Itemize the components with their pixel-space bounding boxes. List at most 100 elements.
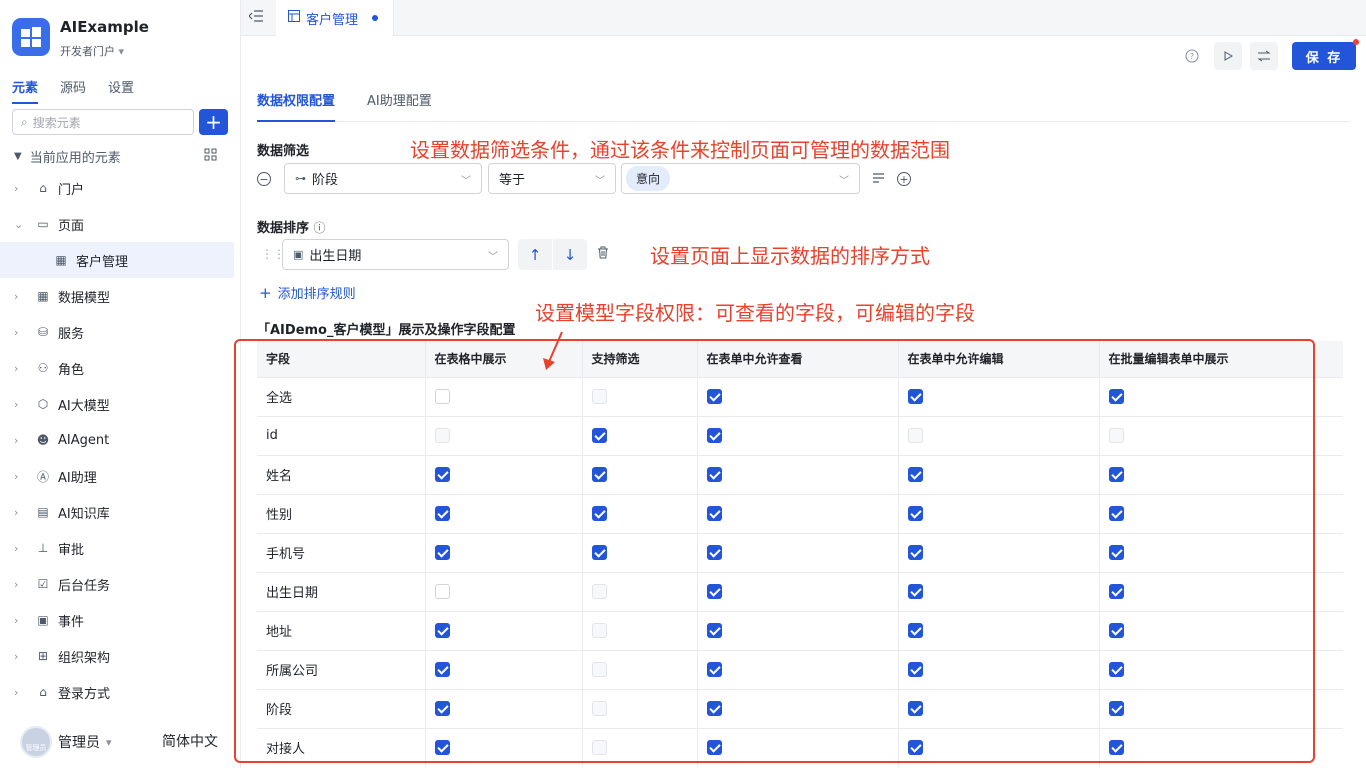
- chevron-right-icon[interactable]: ›: [14, 578, 26, 591]
- permission-checkbox[interactable]: [907, 389, 923, 404]
- swap-icon[interactable]: [1250, 42, 1278, 70]
- permission-checkbox[interactable]: [434, 623, 450, 638]
- info-icon[interactable]: ⓘ: [314, 221, 326, 235]
- sidebar-item[interactable]: › ⊥ 审批: [0, 530, 234, 566]
- add-sort-rule-button[interactable]: + 添加排序规则: [259, 283, 356, 302]
- permission-checkbox[interactable]: [706, 701, 722, 716]
- permission-checkbox[interactable]: [434, 545, 450, 560]
- sidebar-item[interactable]: › ⬡ AI大模型: [0, 386, 234, 422]
- help-icon[interactable]: ?: [1178, 42, 1206, 70]
- permission-checkbox[interactable]: [706, 545, 722, 560]
- sidebar-item[interactable]: ⌄ ▭ 页面: [0, 206, 234, 242]
- chevron-right-icon[interactable]: ›: [14, 434, 26, 447]
- add-element-button[interactable]: +: [199, 109, 228, 135]
- sidebar-item[interactable]: › ⚇ 角色: [0, 350, 234, 386]
- remove-condition-icon[interactable]: −: [257, 172, 271, 186]
- filter-operator-select[interactable]: 等于 ﹀: [488, 163, 616, 194]
- chevron-right-icon[interactable]: ›: [14, 614, 26, 627]
- permission-checkbox[interactable]: [434, 584, 450, 599]
- permission-checkbox[interactable]: [907, 701, 923, 716]
- chevron-right-icon[interactable]: ›: [14, 506, 26, 519]
- sidebar-item[interactable]: › ⛁ 服务: [0, 314, 234, 350]
- permission-checkbox[interactable]: [706, 662, 722, 677]
- permission-checkbox[interactable]: [907, 467, 923, 482]
- permission-checkbox[interactable]: [706, 428, 722, 443]
- filter-value-select[interactable]: 意向 ﹀: [621, 163, 860, 194]
- tab-data-permission[interactable]: 数据权限配置: [257, 90, 336, 122]
- permission-checkbox[interactable]: [706, 740, 722, 756]
- permission-checkbox[interactable]: [706, 584, 722, 599]
- add-condition-icon[interactable]: +: [897, 172, 911, 186]
- chevron-down-icon[interactable]: ⌄: [14, 218, 26, 231]
- chevron-right-icon[interactable]: ›: [14, 470, 26, 483]
- permission-checkbox[interactable]: [434, 701, 450, 716]
- chevron-right-icon[interactable]: ›: [14, 398, 26, 411]
- permission-checkbox[interactable]: [1108, 623, 1124, 638]
- permission-checkbox[interactable]: [434, 506, 450, 521]
- preview-play-icon[interactable]: [1214, 42, 1242, 70]
- chevron-right-icon[interactable]: ›: [14, 290, 26, 303]
- permission-checkbox[interactable]: [1108, 584, 1124, 599]
- permission-checkbox[interactable]: [1108, 740, 1124, 756]
- permission-checkbox[interactable]: [907, 506, 923, 521]
- tab-ai-assistant[interactable]: AI助理配置: [367, 90, 432, 122]
- permission-checkbox[interactable]: [907, 545, 923, 560]
- portal-switcher[interactable]: 开发者门户 ▾: [60, 43, 124, 59]
- sidebar-item[interactable]: › ▣ 事件: [0, 602, 234, 638]
- chevron-right-icon[interactable]: ›: [14, 650, 26, 663]
- search-input[interactable]: ⌕ 搜索元素: [12, 109, 194, 135]
- permission-checkbox[interactable]: [434, 740, 450, 756]
- sidebar-item[interactable]: ▦ 客户管理: [0, 242, 234, 278]
- chevron-right-icon[interactable]: ›: [14, 182, 26, 195]
- permission-checkbox[interactable]: [591, 428, 607, 443]
- permission-checkbox[interactable]: [1108, 389, 1124, 404]
- delete-icon[interactable]: [597, 246, 609, 263]
- permission-cell: [898, 415, 1100, 455]
- tab-source[interactable]: 源码: [60, 77, 86, 104]
- permission-checkbox[interactable]: [434, 467, 450, 482]
- sidebar-item[interactable]: › ▦ 数据模型: [0, 278, 234, 314]
- permission-checkbox[interactable]: [706, 389, 722, 404]
- permission-checkbox[interactable]: [907, 662, 923, 677]
- sidebar-item[interactable]: › ⌂ 门户: [0, 170, 234, 206]
- layout-icon[interactable]: [204, 148, 217, 164]
- sort-field-select[interactable]: ▣ 出生日期 ﹀: [282, 239, 509, 270]
- tab-settings[interactable]: 设置: [108, 77, 134, 104]
- permission-checkbox[interactable]: [591, 467, 607, 482]
- chevron-right-icon[interactable]: ›: [14, 542, 26, 555]
- permission-checkbox[interactable]: [1108, 545, 1124, 560]
- filter-options-icon[interactable]: [872, 172, 885, 188]
- chevron-right-icon[interactable]: ›: [14, 326, 26, 339]
- permission-checkbox[interactable]: [706, 467, 722, 482]
- save-button[interactable]: 保 存: [1292, 39, 1359, 70]
- permission-checkbox[interactable]: [591, 545, 607, 560]
- language-switcher[interactable]: 简体中文: [162, 731, 218, 751]
- filter-field-select[interactable]: ⊶ 阶段 ﹀: [284, 163, 482, 194]
- sidebar-item[interactable]: › ⌂ 登录方式: [0, 674, 234, 710]
- permission-checkbox[interactable]: [1108, 506, 1124, 521]
- sort-descending-icon[interactable]: ↓: [553, 239, 587, 270]
- tree-header[interactable]: ▼ 当前应用的元素: [14, 147, 121, 166]
- sidebar-item[interactable]: › Ⓐ AI助理: [0, 458, 234, 494]
- chevron-right-icon[interactable]: ›: [14, 686, 26, 699]
- permission-checkbox[interactable]: [1108, 467, 1124, 482]
- permission-checkbox[interactable]: [434, 389, 450, 404]
- tab-elements[interactable]: 元素: [12, 77, 39, 104]
- permission-checkbox[interactable]: [907, 740, 923, 756]
- permission-checkbox[interactable]: [706, 623, 722, 638]
- permission-checkbox[interactable]: [706, 506, 722, 521]
- permission-checkbox[interactable]: [907, 584, 923, 599]
- chevron-right-icon[interactable]: ›: [14, 362, 26, 375]
- permission-checkbox[interactable]: [1108, 701, 1124, 716]
- permission-checkbox[interactable]: [907, 623, 923, 638]
- doc-tab-customer[interactable]: 客户管理: [276, 0, 394, 36]
- sidebar-item[interactable]: › ⊞ 组织架构: [0, 638, 234, 674]
- sort-ascending-icon[interactable]: ↑: [518, 239, 552, 270]
- sidebar-item[interactable]: › ☻ AIAgent: [0, 422, 234, 458]
- permission-checkbox[interactable]: [591, 506, 607, 521]
- permission-checkbox[interactable]: [1108, 662, 1124, 677]
- collapse-sidebar-icon[interactable]: [248, 10, 263, 26]
- permission-checkbox[interactable]: [434, 662, 450, 677]
- sidebar-item[interactable]: › ▤ AI知识库: [0, 494, 234, 530]
- sidebar-item[interactable]: › ☑ 后台任务: [0, 566, 234, 602]
